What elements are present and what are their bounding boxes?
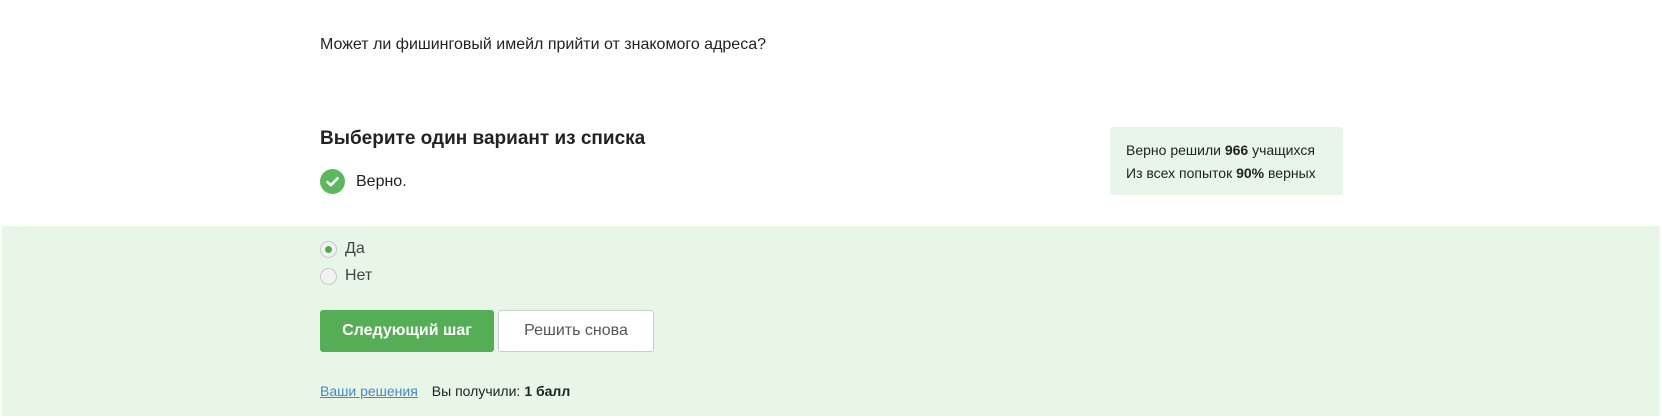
option-label: Нет	[345, 267, 373, 284]
check-circle-icon	[320, 169, 345, 194]
stats-line-percent: Из всех попыток 90% верных	[1126, 162, 1327, 185]
answer-area: Да Нет Следующий шаг Решить снова Ваши р…	[2, 226, 1660, 416]
stats-solved-suffix: учащихся	[1252, 142, 1315, 158]
stats-percent-prefix: Из всех попыток	[1126, 165, 1233, 181]
stats-percent-value: 90%	[1236, 165, 1265, 181]
question-text: Может ли фишинговый имейл прийти от знак…	[320, 36, 766, 53]
radio-selected-icon[interactable]	[320, 240, 337, 258]
verdict-text: Верно.	[356, 172, 407, 190]
option-label: Да	[345, 240, 365, 257]
your-solutions-link[interactable]: Ваши решения	[320, 383, 418, 399]
solve-again-button[interactable]: Решить снова	[498, 310, 654, 352]
stats-solved-prefix: Верно решили	[1126, 142, 1221, 158]
option-da[interactable]: Да	[320, 240, 365, 258]
result-footer: Ваши решения Вы получили: 1 балл	[320, 383, 570, 399]
score-value: 1 балл	[524, 383, 571, 399]
verdict: Верно.	[320, 169, 407, 194]
stats-solved-count: 966	[1224, 142, 1249, 158]
score-label: Вы получили:	[431, 383, 521, 399]
instruction-heading: Выберите один вариант из списка	[320, 128, 646, 149]
radio-empty-icon[interactable]	[320, 267, 337, 285]
stats-box: Верно решили 966 учащихся Из всех попыто…	[1110, 127, 1343, 195]
stats-percent-suffix: верных	[1268, 165, 1316, 181]
stats-line-solved: Верно решили 966 учащихся	[1126, 139, 1327, 162]
option-net[interactable]: Нет	[320, 267, 372, 285]
next-step-button[interactable]: Следующий шаг	[320, 310, 494, 352]
